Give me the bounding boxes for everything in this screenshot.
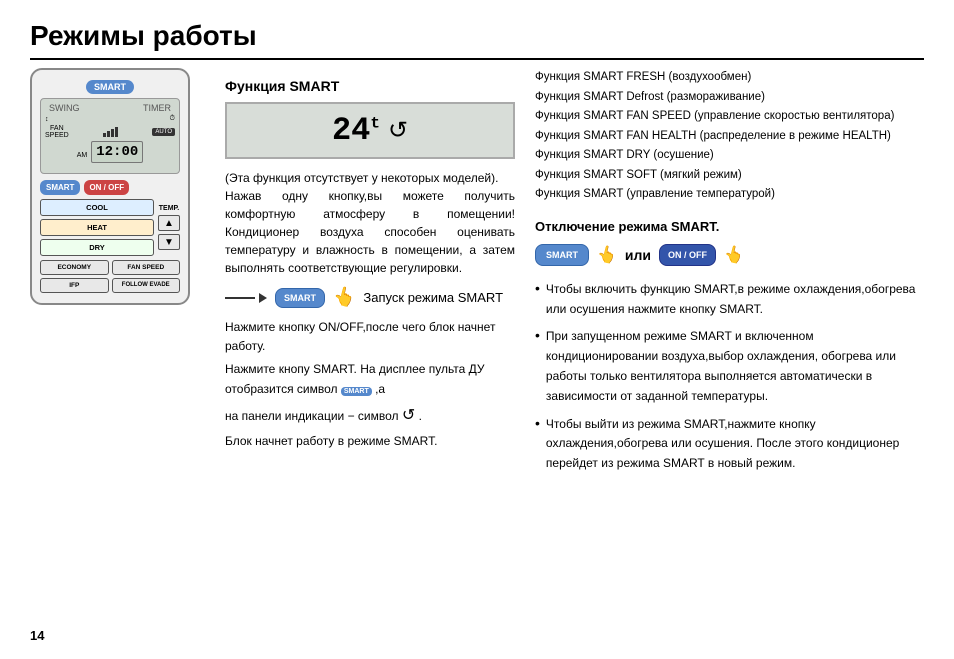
page-number: 14	[30, 628, 44, 643]
remote-control: SMART SWING TIMER ↕ ⏱ FANSPEED	[30, 68, 190, 305]
remote-display-area: SWING TIMER ↕ ⏱ FANSPEED AUTO	[40, 98, 180, 174]
remote-swing-icon: ↕	[45, 116, 49, 123]
panel-symbol: ↺	[402, 407, 415, 424]
step-1: Нажмите кнопку ON/OFF,после чего блок на…	[225, 318, 515, 356]
remote-smart-top-btn[interactable]: SMART	[86, 80, 134, 94]
ili-text: или	[625, 247, 651, 263]
remote-heat-btn[interactable]: HEAT	[40, 219, 154, 236]
smart-off-onoff-btn[interactable]: ON / OFF	[659, 244, 716, 266]
feature-list: Функция SMART FRESH (воздухообмен) Функц…	[535, 68, 924, 205]
remote-time-display: 12:00	[91, 141, 143, 163]
right-column: Функция SMART FRESH (воздухообмен) Функц…	[535, 68, 924, 482]
display-degree: t	[370, 114, 380, 132]
remote-temp-label: TEMP.	[159, 205, 180, 212]
smart-off-row: SMART 👆 или ON / OFF 👆	[535, 244, 924, 266]
step-4: Блок начнет работу в режиме SMART.	[225, 432, 515, 451]
remote-smart-btn[interactable]: SMART	[40, 180, 80, 195]
bullet-item-1: • Чтобы включить функцию SMART,в режиме …	[535, 280, 924, 320]
bullet-list: • Чтобы включить функцию SMART,в режиме …	[535, 280, 924, 474]
cursor-hand-icon: 👆	[331, 284, 358, 310]
remote-ifp-btn[interactable]: IFP	[40, 278, 109, 293]
remote-cool-btn[interactable]: COOL	[40, 199, 154, 216]
remote-temp-down-btn[interactable]: ▼	[158, 234, 180, 250]
remote-economy-btn[interactable]: ECONOMY	[40, 260, 109, 275]
smart-off-smart-btn[interactable]: SMART	[535, 244, 589, 266]
remote-fan-bars	[103, 127, 118, 137]
remote-display-right-label: TIMER	[143, 103, 171, 113]
feature-item-7: Функция SMART (управление температурой)	[535, 185, 924, 205]
remote-display-left-label: SWING	[49, 103, 80, 113]
feature-item-3: Функция SMART FAN SPEED (управление скор…	[535, 107, 924, 127]
remote-temp-up-btn[interactable]: ▲	[158, 215, 180, 231]
remote-follow-evade-btn[interactable]: FOLLOW EVADE	[112, 278, 181, 293]
remote-timer-icon: ⏱	[170, 115, 175, 123]
launch-text: Запуск режима SMART	[363, 290, 503, 305]
remote-bottom-buttons: ECONOMY FAN SPEED IFP FOLLOW EVADE	[40, 260, 180, 293]
arrow-head	[259, 293, 267, 303]
feature-item-2: Функция SMART Defrost (размораживание)	[535, 88, 924, 108]
remote-dry-btn[interactable]: DRY	[40, 239, 154, 256]
feature-item-1: Функция SMART FRESH (воздухообмен)	[535, 68, 924, 88]
page-title: Режимы работы	[30, 20, 924, 60]
display-mode-symbol: ↺	[388, 116, 408, 145]
onoff-cursor-icon: 👆	[722, 243, 746, 267]
smart-off-title: Отключение режима SMART.	[535, 219, 924, 234]
remote-am-label: AM	[77, 152, 88, 159]
remote-auto-badge: AUTO	[152, 128, 175, 136]
display-panel: 24t ↺	[225, 102, 515, 159]
step-2: Нажмите кнопу SMART. На дисплее пульта Д…	[225, 360, 515, 398]
step-3: на панели индикации − символ ↺ .	[225, 403, 515, 429]
feature-item-5: Функция SMART DRY (осушение)	[535, 146, 924, 166]
smart-symbol-display: SMART	[341, 387, 372, 396]
middle-column: Функция SMART 24t ↺ (Эта функция отсутст…	[225, 68, 515, 482]
steps-text: Нажмите кнопку ON/OFF,после чего блок на…	[225, 318, 515, 452]
remote-fan-label: FANSPEED	[45, 125, 69, 139]
intro-text: (Эта функция отсутствует у некоторых мод…	[225, 169, 515, 277]
bullet-item-2: • При запущенном режиме SMART и включенн…	[535, 327, 924, 406]
arrow-line	[225, 297, 255, 299]
remote-onoff-btn[interactable]: ON / OFF	[84, 180, 129, 195]
remote-smart-onoff-row: SMART ON / OFF	[40, 180, 180, 195]
display-temp: 24t	[332, 112, 380, 149]
smart-function-title: Функция SMART	[225, 78, 515, 94]
remote-control-column: SMART SWING TIMER ↕ ⏱ FANSPEED	[30, 68, 205, 482]
smart-launch-btn[interactable]: SMART	[275, 288, 325, 308]
remote-fan-speed-btn[interactable]: FAN SPEED	[112, 260, 181, 275]
feature-item-4: Функция SMART FAN HEALTH (распределение …	[535, 127, 924, 147]
bullet-item-3: • Чтобы выйти из режима SMART,нажмите кн…	[535, 415, 924, 474]
smart-off-cursor-icon: 👆	[595, 243, 619, 267]
feature-item-6: Функция SMART SOFT (мягкий режим)	[535, 166, 924, 186]
